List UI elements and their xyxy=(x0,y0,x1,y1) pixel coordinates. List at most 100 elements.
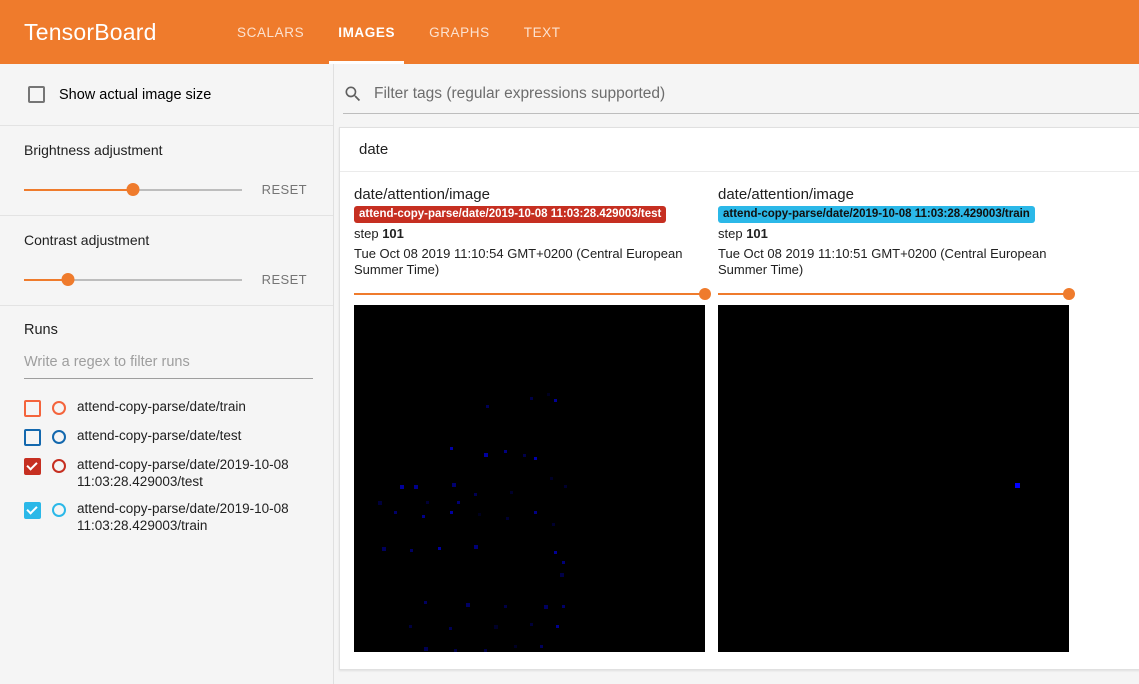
show-actual-image-size-row[interactable]: Show actual image size xyxy=(24,80,313,109)
check-icon xyxy=(26,459,37,470)
tab-graphs[interactable]: GRAPHS xyxy=(412,0,507,64)
run-label: attend-copy-parse/date/2019-10-08 11:03:… xyxy=(77,456,313,490)
attention-pixel xyxy=(564,485,567,488)
top-app-bar: TensorBoard SCALARS IMAGES GRAPHS TEXT xyxy=(0,0,1139,64)
attention-pixel xyxy=(550,477,553,480)
step-label: step xyxy=(354,226,379,241)
step-label: step xyxy=(718,226,743,241)
tab-images[interactable]: IMAGES xyxy=(321,0,412,64)
attention-pixel xyxy=(510,491,513,494)
attention-pixel xyxy=(378,501,382,505)
attention-image[interactable] xyxy=(718,305,1069,652)
run-badge: attend-copy-parse/date/2019-10-08 11:03:… xyxy=(718,206,1035,223)
run-color-circle-icon[interactable] xyxy=(52,401,66,415)
contrast-slider[interactable] xyxy=(24,271,242,289)
run-checkbox[interactable] xyxy=(24,400,41,417)
runs-list: attend-copy-parse/date/train attend-copy-… xyxy=(24,393,313,539)
run-checkbox[interactable] xyxy=(24,458,41,475)
image-tag-name: date/attention/image xyxy=(354,185,705,204)
image-card: date/attention/image attend-copy-parse/da… xyxy=(718,185,1069,652)
image-cards-row: date/attention/image attend-copy-parse/da… xyxy=(340,172,1139,652)
contrast-section: Contrast adjustment RESET xyxy=(0,216,333,306)
step-value: 101 xyxy=(382,226,404,241)
brightness-slider[interactable] xyxy=(24,181,242,199)
attention-pixel xyxy=(523,454,526,457)
tab-scalars[interactable]: SCALARS xyxy=(220,0,321,64)
body-layout: Show actual image size Brightness adjust… xyxy=(0,64,1139,684)
step-slider-thumb[interactable] xyxy=(699,288,711,300)
image-card: date/attention/image attend-copy-parse/da… xyxy=(354,185,705,652)
run-label: attend-copy-parse/date/test xyxy=(77,427,241,444)
search-icon xyxy=(343,84,363,104)
sidebar: Show actual image size Brightness adjust… xyxy=(0,64,334,684)
attention-pixel xyxy=(486,405,489,408)
attention-pixel xyxy=(452,483,456,487)
attention-pixel xyxy=(484,453,488,457)
attention-image[interactable] xyxy=(354,305,705,652)
runs-filter-input[interactable] xyxy=(24,350,313,379)
run-item[interactable]: attend-copy-parse/date/test xyxy=(24,422,313,451)
attention-pixel xyxy=(554,551,557,554)
step-row: step 101 xyxy=(354,226,705,241)
run-label: attend-copy-parse/date/train xyxy=(77,398,246,415)
attention-pixel xyxy=(506,517,509,520)
attention-pixel xyxy=(478,513,481,516)
run-item[interactable]: attend-copy-parse/date/2019-10-08 11:03:… xyxy=(24,495,313,539)
run-checkbox[interactable] xyxy=(24,429,41,446)
attention-pixel xyxy=(450,511,453,514)
check-icon xyxy=(26,503,37,514)
run-item[interactable]: attend-copy-parse/date/2019-10-08 11:03:… xyxy=(24,451,313,495)
attention-pixel xyxy=(422,515,425,518)
step-value: 101 xyxy=(746,226,768,241)
attention-pixel xyxy=(504,605,507,608)
contrast-slider-thumb[interactable] xyxy=(61,273,74,286)
attention-pixel xyxy=(514,645,517,648)
attention-pixel xyxy=(394,511,397,514)
attention-pixel xyxy=(534,511,537,514)
tag-group-header[interactable]: date xyxy=(340,128,1139,172)
show-actual-image-size-checkbox[interactable] xyxy=(28,86,45,103)
attention-pixel xyxy=(504,450,507,453)
show-actual-image-size-label: Show actual image size xyxy=(59,87,211,103)
tag-group-card: date date/attention/image attend-copy-par… xyxy=(339,127,1139,670)
attention-pixel xyxy=(382,547,386,551)
contrast-reset-button[interactable]: RESET xyxy=(256,270,313,289)
tag-filter-bar xyxy=(343,84,1139,114)
brightness-row: RESET xyxy=(24,180,313,199)
main-content: date date/attention/image attend-copy-par… xyxy=(334,64,1139,684)
run-color-circle-icon[interactable] xyxy=(52,430,66,444)
run-item[interactable]: attend-copy-parse/date/train xyxy=(24,393,313,422)
attention-pixel xyxy=(554,399,557,402)
tab-text[interactable]: TEXT xyxy=(507,0,578,64)
attention-pixel xyxy=(534,457,537,460)
runs-section: Runs attend-copy-parse/date/trainattend-… xyxy=(0,306,333,555)
brightness-reset-button[interactable]: RESET xyxy=(256,180,313,199)
run-checkbox[interactable] xyxy=(24,502,41,519)
brightness-slider-thumb[interactable] xyxy=(126,183,139,196)
attention-pixel xyxy=(494,625,498,629)
attention-pixel xyxy=(449,627,452,630)
image-tag-name: date/attention/image xyxy=(718,185,1069,204)
image-timestamp: Tue Oct 08 2019 11:10:51 GMT+0200 (Centr… xyxy=(718,246,1069,278)
contrast-row: RESET xyxy=(24,270,313,289)
attention-pixel xyxy=(484,649,487,652)
run-label: attend-copy-parse/date/2019-10-08 11:03:… xyxy=(77,500,313,534)
step-slider[interactable] xyxy=(718,287,1069,301)
attention-pixel xyxy=(544,605,548,609)
tag-filter-input[interactable] xyxy=(374,85,1139,103)
run-color-circle-icon[interactable] xyxy=(52,503,66,517)
run-color-circle-icon[interactable] xyxy=(52,459,66,473)
brightness-title: Brightness adjustment xyxy=(24,142,313,158)
brightness-section: Brightness adjustment RESET xyxy=(0,126,333,216)
step-slider-thumb[interactable] xyxy=(1063,288,1075,300)
attention-pixel xyxy=(424,647,428,651)
contrast-title: Contrast adjustment xyxy=(24,232,313,248)
actual-size-section: Show actual image size xyxy=(0,64,333,126)
attention-pixel xyxy=(474,545,478,549)
attention-pixel xyxy=(530,623,533,626)
attention-pixel xyxy=(424,601,427,604)
attention-pixel xyxy=(450,447,453,450)
step-slider[interactable] xyxy=(354,287,705,301)
step-slider-track xyxy=(354,293,705,295)
attention-pixel xyxy=(547,393,550,396)
